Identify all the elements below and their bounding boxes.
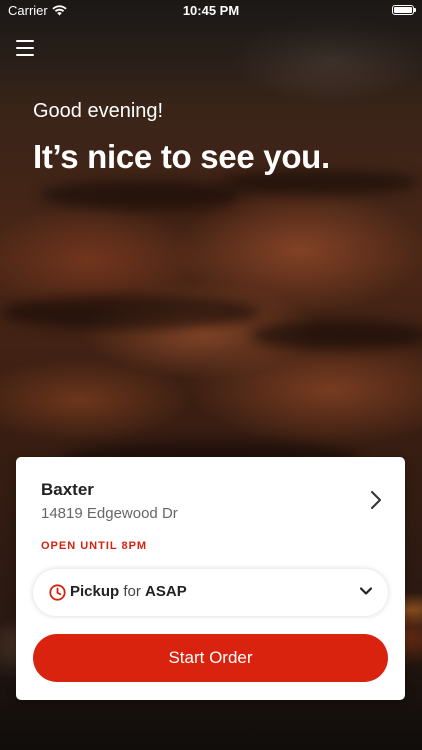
start-order-button[interactable]: Start Order xyxy=(33,634,388,682)
order-mode-label: Pickup for ASAP xyxy=(70,583,187,600)
order-mode-dropdown[interactable]: Pickup for ASAP xyxy=(33,569,388,616)
status-bar: Carrier 10:45 PM xyxy=(0,0,422,22)
chevron-down-icon xyxy=(359,587,373,595)
order-time-value: ASAP xyxy=(145,583,187,600)
store-card: Baxter 14819 Edgewood Dr OPEN UNTIL 8PM … xyxy=(16,457,405,700)
battery-icon xyxy=(392,5,416,15)
greeting-text: Good evening! xyxy=(33,100,164,122)
order-mode-connector: for xyxy=(123,583,141,600)
store-hours-badge: OPEN UNTIL 8PM xyxy=(41,540,148,552)
hamburger-menu-icon[interactable] xyxy=(16,40,34,56)
chevron-right-icon[interactable] xyxy=(369,489,383,511)
status-time: 10:45 PM xyxy=(182,3,240,18)
clock-icon xyxy=(49,584,66,601)
store-name[interactable]: Baxter xyxy=(41,480,94,500)
order-mode-value: Pickup xyxy=(70,583,120,600)
store-address[interactable]: 14819 Edgewood Dr xyxy=(41,505,178,522)
page-title: It’s nice to see you. xyxy=(33,138,330,175)
app-screen: Carrier 10:45 PM Good evening! It’s nice… xyxy=(0,0,422,750)
